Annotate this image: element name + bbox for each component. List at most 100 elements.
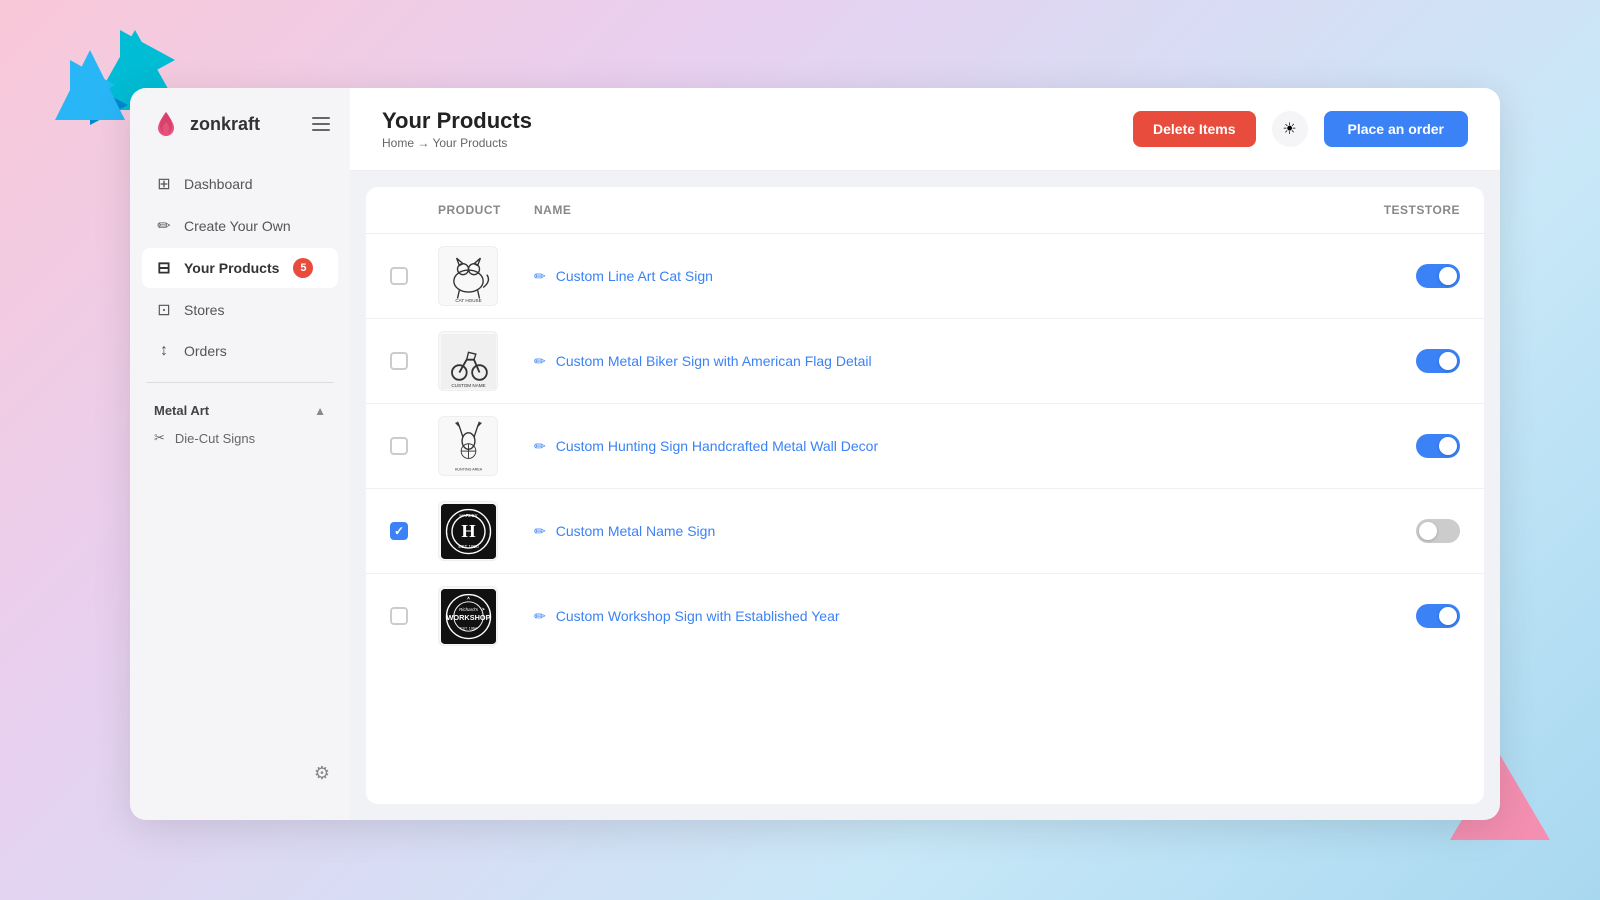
row-2-product-image: CUSTOM NAME xyxy=(438,331,498,391)
sidebar-item-label: Your Products xyxy=(184,260,279,276)
table-row: Richard's WORKSHOP EST. 1964 ✏ Custom Wo… xyxy=(366,574,1484,658)
svg-text:WORKSHOP: WORKSHOP xyxy=(446,613,490,622)
col-select xyxy=(390,203,438,217)
row-4-checkbox[interactable] xyxy=(390,522,408,540)
row-1-toggle-cell xyxy=(1340,264,1460,288)
row-5-name-cell: ✏ Custom Workshop Sign with Established … xyxy=(518,608,1340,625)
stores-icon: ⊡ xyxy=(154,300,174,320)
theme-toggle-button[interactable]: ☀ xyxy=(1272,111,1308,147)
page-title: Your Products xyxy=(382,108,1133,134)
delete-items-button[interactable]: Delete Items xyxy=(1133,111,1255,147)
sidebar-divider xyxy=(146,382,334,383)
dashboard-icon: ⊞ xyxy=(154,174,174,194)
breadcrumb-home[interactable]: Home xyxy=(382,136,414,150)
sidebar-logo: zonkraft xyxy=(130,108,350,164)
edit-icon[interactable]: ✏ xyxy=(534,268,546,285)
products-table-container: PRODUCT NAME TESTSTORE xyxy=(366,187,1484,804)
table-row: HUNTING AREA ✏ Custom Hunting Sign Handc… xyxy=(366,404,1484,489)
workshop-sign-thumb: Richard's WORKSHOP EST. 1964 xyxy=(441,589,496,644)
products-icon: ⊟ xyxy=(154,258,174,278)
sidebar-item-label: Dashboard xyxy=(184,176,253,192)
edit-icon[interactable]: ✏ xyxy=(534,523,546,540)
svg-text:H: H xyxy=(461,521,475,541)
svg-text:HARLEY: HARLEY xyxy=(459,512,477,517)
row-2-toggle[interactable] xyxy=(1416,349,1460,373)
place-order-button[interactable]: Place an order xyxy=(1324,111,1469,147)
metal-name-sign-thumb: H EST 1990 HARLEY xyxy=(441,504,496,559)
die-cut-icon: ✂ xyxy=(154,430,165,446)
sidebar-nav: ⊞ Dashboard ✏ Create Your Own ⊟ Your Pro… xyxy=(130,164,350,370)
row-4-product-name[interactable]: Custom Metal Name Sign xyxy=(556,523,716,539)
row-3-checkbox[interactable] xyxy=(390,437,408,455)
sidebar-sub-item-label: Die-Cut Signs xyxy=(175,431,255,446)
sidebar-item-stores[interactable]: ⊡ Stores xyxy=(142,290,338,330)
svg-text:Richard's: Richard's xyxy=(459,607,479,612)
svg-text:CUSTOM NAME: CUSTOM NAME xyxy=(451,383,485,388)
create-icon: ✏ xyxy=(154,216,174,236)
row-3-product-name[interactable]: Custom Hunting Sign Handcrafted Metal Wa… xyxy=(556,438,878,454)
row-4-toggle[interactable] xyxy=(1416,519,1460,543)
sidebar: zonkraft ⊞ Dashboard ✏ Create Your Own ⊟… xyxy=(130,88,350,820)
row-2-name-cell: ✏ Custom Metal Biker Sign with American … xyxy=(518,353,1340,370)
cat-sign-thumb: CAT HOUSE xyxy=(441,249,496,304)
metal-art-section: Metal Art ▲ xyxy=(130,395,350,422)
col-name: NAME xyxy=(518,203,1340,217)
row-5-product-name[interactable]: Custom Workshop Sign with Established Ye… xyxy=(556,608,840,624)
row-1-product-name[interactable]: Custom Line Art Cat Sign xyxy=(556,268,713,284)
row-3-toggle[interactable] xyxy=(1416,434,1460,458)
logo-text: zonkraft xyxy=(190,114,260,135)
breadcrumb: Home → Your Products xyxy=(382,136,1133,150)
products-badge: 5 xyxy=(293,258,313,278)
row-1-toggle[interactable] xyxy=(1416,264,1460,288)
edit-icon[interactable]: ✏ xyxy=(534,438,546,455)
row-4-name-cell: ✏ Custom Metal Name Sign xyxy=(518,523,1340,540)
sidebar-item-dashboard[interactable]: ⊞ Dashboard xyxy=(142,164,338,204)
app-container: zonkraft ⊞ Dashboard ✏ Create Your Own ⊟… xyxy=(130,88,1500,820)
orders-icon: ↕ xyxy=(154,342,174,360)
row-2-product-name[interactable]: Custom Metal Biker Sign with American Fl… xyxy=(556,353,872,369)
edit-icon[interactable]: ✏ xyxy=(534,608,546,625)
row-4-toggle-cell xyxy=(1340,519,1460,543)
col-store: TESTSTORE xyxy=(1340,203,1460,217)
settings-button[interactable]: ⚙ xyxy=(314,763,330,784)
sidebar-item-orders[interactable]: ↕ Orders xyxy=(142,332,338,370)
sun-icon: ☀ xyxy=(1282,119,1296,139)
row-1-checkbox[interactable] xyxy=(390,267,408,285)
row-2-toggle-cell xyxy=(1340,349,1460,373)
chevron-up-icon: ▲ xyxy=(314,404,326,418)
sidebar-item-products[interactable]: ⊟ Your Products 5 xyxy=(142,248,338,288)
sidebar-item-label: Stores xyxy=(184,302,224,318)
edit-icon[interactable]: ✏ xyxy=(534,353,546,370)
row-5-product-image: Richard's WORKSHOP EST. 1964 xyxy=(438,586,498,646)
row-5-toggle[interactable] xyxy=(1416,604,1460,628)
row-1-name-cell: ✏ Custom Line Art Cat Sign xyxy=(518,268,1340,285)
sidebar-item-die-cut[interactable]: ✂ Die-Cut Signs xyxy=(130,422,350,454)
hunting-sign-thumb: HUNTING AREA xyxy=(441,419,496,474)
header-left: Your Products Home → Your Products xyxy=(382,108,1133,150)
main-content: Your Products Home → Your Products Delet… xyxy=(350,88,1500,820)
sidebar-item-create[interactable]: ✏ Create Your Own xyxy=(142,206,338,246)
row-3-toggle-cell xyxy=(1340,434,1460,458)
row-1-product-image: CAT HOUSE xyxy=(438,246,498,306)
row-4-product-image: H EST 1990 HARLEY xyxy=(438,501,498,561)
svg-text:EST 1990: EST 1990 xyxy=(458,544,479,549)
row-5-toggle-cell xyxy=(1340,604,1460,628)
row-3-name-cell: ✏ Custom Hunting Sign Handcrafted Metal … xyxy=(518,438,1340,455)
row-2-checkbox[interactable] xyxy=(390,352,408,370)
main-header: Your Products Home → Your Products Delet… xyxy=(350,88,1500,171)
table-row: H EST 1990 HARLEY ✏ Custom Metal Name Si… xyxy=(366,489,1484,574)
row-5-checkbox[interactable] xyxy=(390,607,408,625)
table-row: CAT HOUSE ✏ Custom Line Art Cat Sign xyxy=(366,234,1484,319)
svg-text:EST. 1964: EST. 1964 xyxy=(460,626,477,630)
sidebar-item-label: Orders xyxy=(184,343,227,359)
table-header: PRODUCT NAME TESTSTORE xyxy=(366,187,1484,234)
logo-icon xyxy=(150,108,182,140)
sidebar-footer: ⚙ xyxy=(130,747,350,800)
sidebar-item-label: Create Your Own xyxy=(184,218,291,234)
col-product: PRODUCT xyxy=(438,203,518,217)
biker-sign-thumb: CUSTOM NAME xyxy=(441,334,496,389)
section-label: Metal Art xyxy=(154,403,209,418)
breadcrumb-current: Your Products xyxy=(432,136,507,150)
breadcrumb-separator: → xyxy=(417,136,432,150)
hamburger-icon[interactable] xyxy=(312,117,330,131)
